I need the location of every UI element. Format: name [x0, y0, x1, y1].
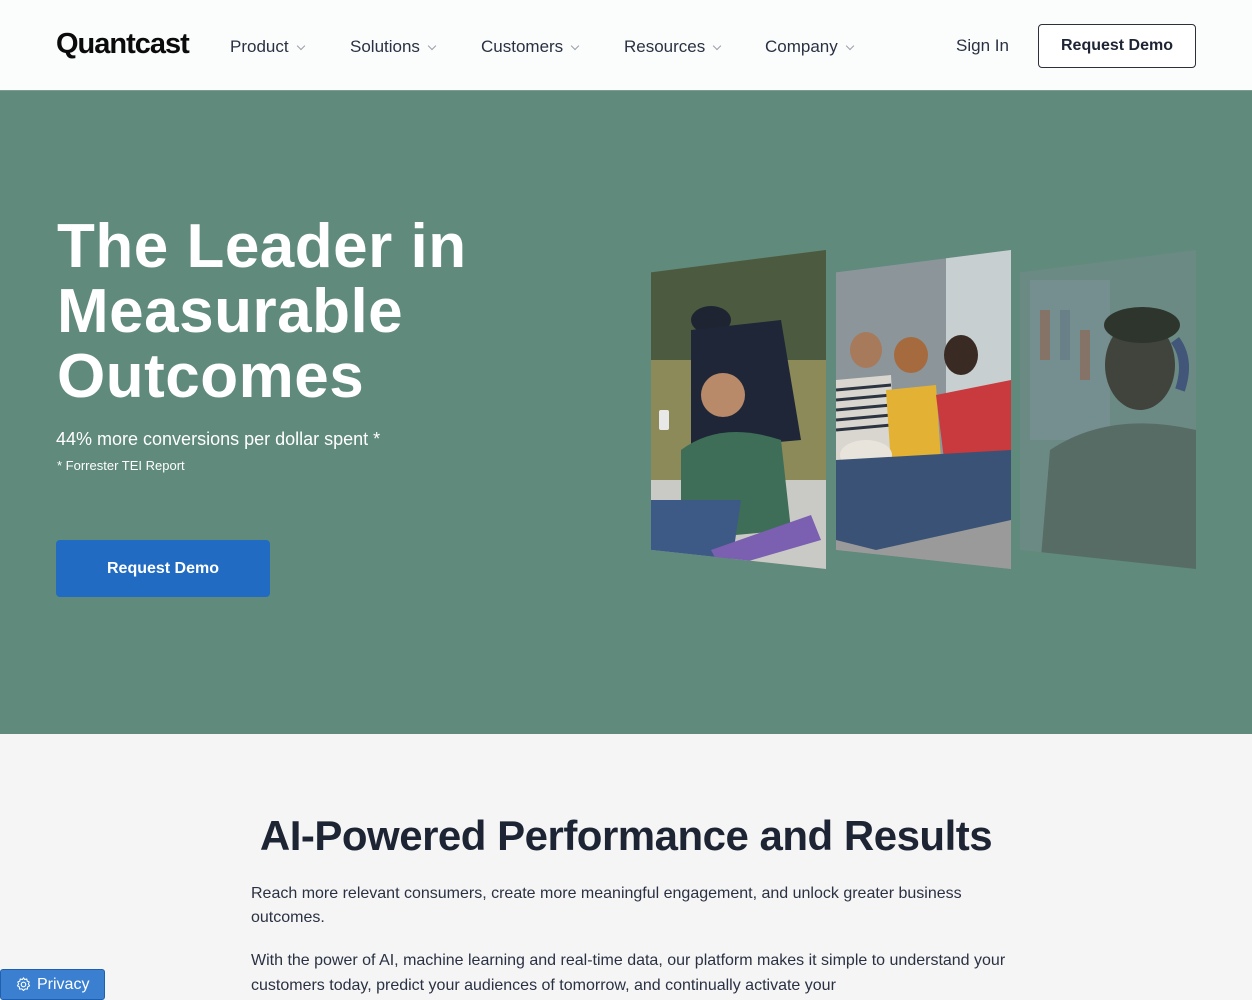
gear-icon	[16, 977, 31, 991]
hero-title: The Leader in Measurable Outcomes	[57, 212, 467, 411]
nav-label: Company	[765, 37, 838, 56]
quantcast-logo[interactable]: Quantcast	[56, 28, 190, 61]
header-request-demo-button[interactable]: Request Demo	[1038, 24, 1196, 68]
nav-item-company[interactable]: Company	[765, 37, 855, 57]
skateboarders-phone-photo	[651, 250, 826, 569]
site-header: Quantcast Product Solutions Customers Re…	[0, 0, 1252, 91]
chevron-down-icon	[427, 41, 437, 51]
family-watching-tv-photo	[836, 250, 1011, 569]
nav-item-resources[interactable]: Resources	[624, 37, 722, 57]
chevron-down-icon	[296, 41, 305, 51]
man-with-headphones-photo	[1020, 250, 1196, 569]
privacy-label: Privacy	[37, 975, 90, 993]
nav-label: Product	[230, 37, 289, 56]
privacy-button[interactable]: Privacy	[0, 969, 105, 1000]
hero-footnote: * Forrester TEI Report	[57, 458, 185, 473]
chevron-down-icon	[845, 41, 855, 51]
hero-section: The Leader in Measurable Outcomes 44% mo…	[0, 91, 1252, 734]
nav-item-solutions[interactable]: Solutions	[350, 37, 437, 57]
section-title: AI-Powered Performance and Results	[259, 812, 993, 859]
nav-label: Solutions	[350, 37, 420, 56]
section-paragraph-1: Reach more relevant consumers, create mo…	[251, 885, 962, 926]
chevron-down-icon	[570, 41, 580, 51]
section-paragraph-2: With the power of AI, machine learning a…	[251, 952, 1006, 994]
chevron-down-icon	[713, 41, 722, 51]
ai-performance-section: AI-Powered Performance and Results Reach…	[0, 734, 1252, 1000]
hero-request-demo-button[interactable]: Request Demo	[56, 540, 270, 597]
hero-subtitle: 44% more conversions per dollar spent *	[56, 429, 381, 449]
nav-label: Customers	[481, 37, 564, 56]
nav-item-customers[interactable]: Customers	[481, 37, 580, 57]
sign-in-link[interactable]: Sign In	[956, 36, 1009, 56]
nav-item-product[interactable]: Product	[230, 37, 305, 57]
nav-label: Resources	[624, 37, 706, 56]
